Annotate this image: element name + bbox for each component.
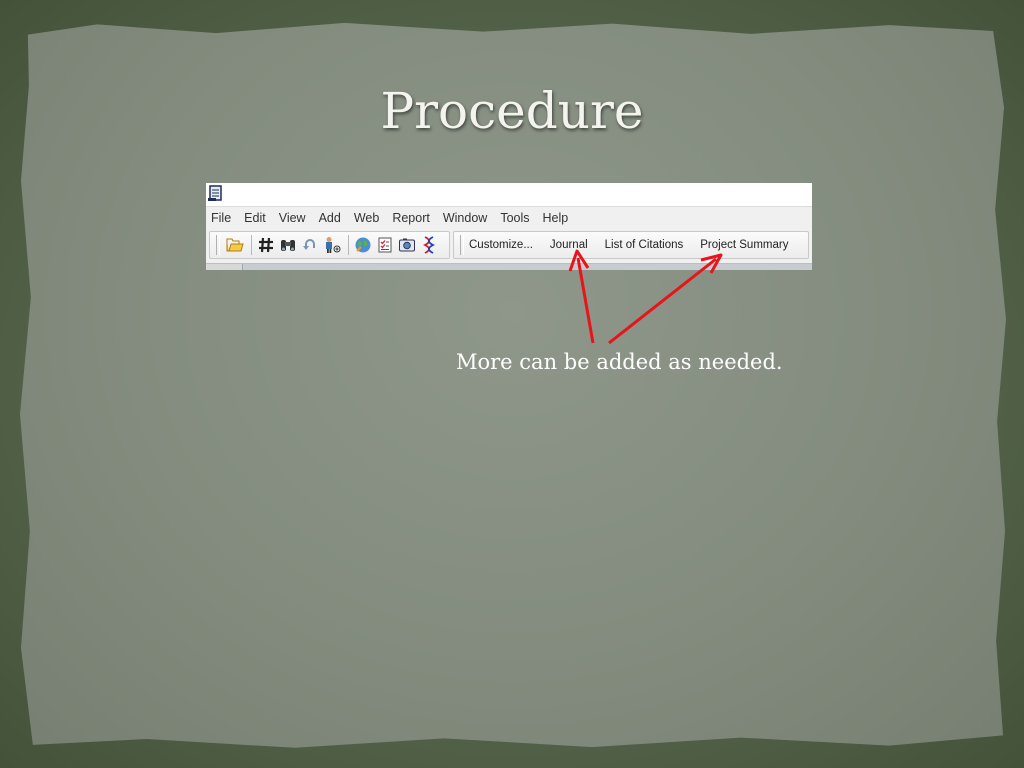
list-of-citations-button[interactable]: List of Citations bbox=[605, 239, 684, 251]
window-titlebar bbox=[206, 183, 812, 207]
hash-icon bbox=[259, 237, 273, 253]
workspace-tab-edge bbox=[242, 264, 812, 270]
globe-icon bbox=[355, 237, 371, 253]
capture-button[interactable] bbox=[397, 235, 417, 255]
menu-tools[interactable]: Tools bbox=[500, 211, 529, 225]
open-folder-icon bbox=[226, 238, 244, 252]
toolbar-grip[interactable] bbox=[216, 235, 220, 255]
checklist-icon bbox=[378, 237, 392, 253]
add-person-icon bbox=[326, 237, 341, 253]
find-button[interactable] bbox=[278, 235, 298, 255]
checklist-button[interactable] bbox=[375, 235, 395, 255]
menu-view[interactable]: View bbox=[279, 211, 306, 225]
add-person-button[interactable] bbox=[322, 235, 342, 255]
toolbar-separator bbox=[348, 235, 349, 255]
toolbar-separator bbox=[251, 235, 252, 255]
toolbar: Customize... Journal List of Citations P… bbox=[206, 228, 812, 262]
text-toolbar-group: Customize... Journal List of Citations P… bbox=[453, 231, 809, 259]
customize-button[interactable]: Customize... bbox=[469, 239, 533, 251]
camera-icon bbox=[399, 238, 415, 252]
menu-help[interactable]: Help bbox=[543, 211, 569, 225]
menu-file[interactable]: File bbox=[211, 211, 231, 225]
open-button[interactable] bbox=[225, 235, 245, 255]
toolbar-grip[interactable] bbox=[460, 235, 464, 255]
icon-toolbar-group bbox=[209, 231, 450, 259]
menu-web[interactable]: Web bbox=[354, 211, 379, 225]
project-summary-button[interactable]: Project Summary bbox=[700, 239, 788, 251]
app-scroll-icon bbox=[208, 185, 222, 201]
dna-icon bbox=[422, 236, 436, 254]
web-button[interactable] bbox=[353, 235, 373, 255]
annotation-note: More can be added as needed. bbox=[456, 350, 783, 374]
slide-title: Procedure bbox=[380, 82, 644, 140]
menu-add[interactable]: Add bbox=[319, 211, 341, 225]
undo-button[interactable] bbox=[300, 235, 320, 255]
menu-report[interactable]: Report bbox=[392, 211, 430, 225]
menu-bar: File Edit View Add Web Report Window Too… bbox=[206, 207, 812, 228]
dna-button[interactable] bbox=[419, 235, 439, 255]
binoculars-icon bbox=[281, 240, 295, 251]
menu-window[interactable]: Window bbox=[443, 211, 487, 225]
undo-icon bbox=[303, 239, 315, 250]
number-button[interactable] bbox=[256, 235, 276, 255]
app-window-screenshot: File Edit View Add Web Report Window Too… bbox=[206, 183, 812, 270]
workspace-edge bbox=[206, 263, 812, 270]
journal-button[interactable]: Journal bbox=[550, 239, 588, 251]
menu-edit[interactable]: Edit bbox=[244, 211, 266, 225]
